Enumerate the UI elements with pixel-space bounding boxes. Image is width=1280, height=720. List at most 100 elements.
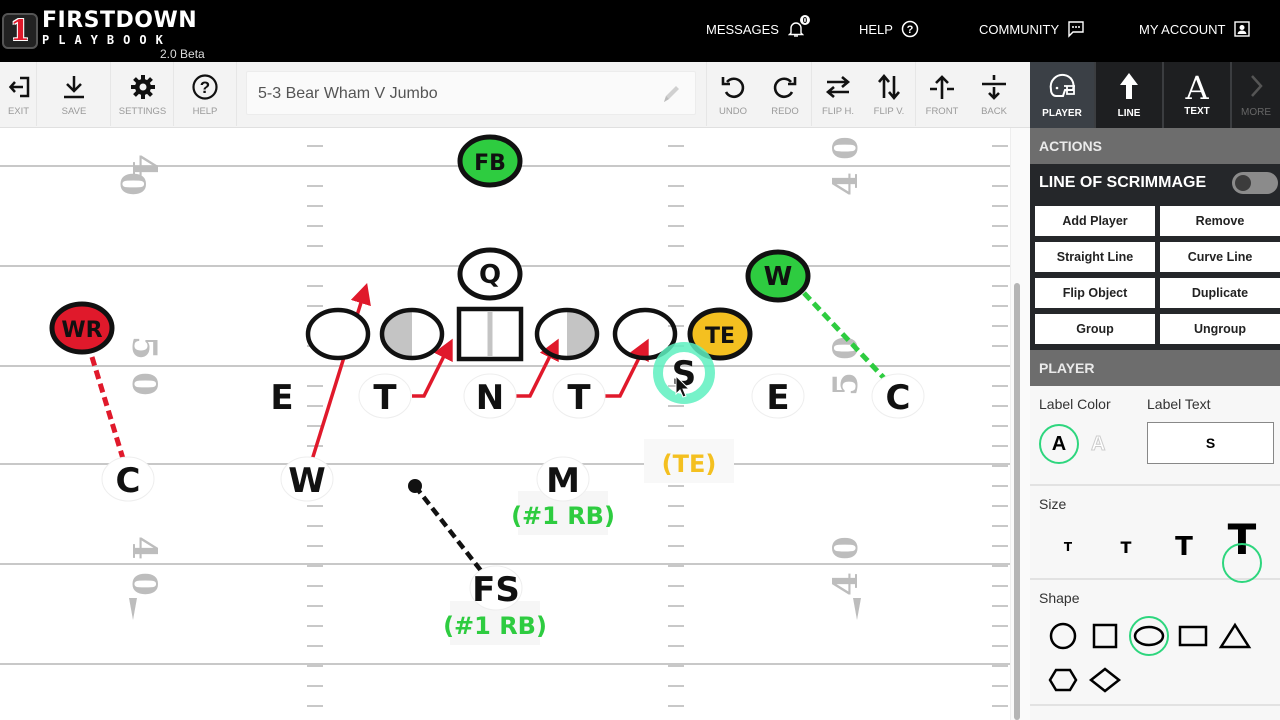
shape-square-option[interactable] bbox=[1087, 618, 1123, 654]
remove-button[interactable]: Remove bbox=[1160, 206, 1280, 236]
pencil-icon[interactable] bbox=[659, 82, 683, 111]
offense-player-fb[interactable]: FB bbox=[457, 134, 523, 188]
scrollbar-thumb[interactable] bbox=[1014, 283, 1020, 720]
redo-button[interactable]: REDO bbox=[759, 62, 811, 126]
fs-route-dashed[interactable] bbox=[413, 484, 484, 574]
offense-player-wr[interactable]: WR bbox=[49, 301, 115, 355]
shape-section: Shape bbox=[1030, 580, 1280, 706]
lineman-shade bbox=[567, 310, 597, 358]
yard-number: 0 bbox=[124, 372, 164, 396]
undo-button[interactable]: UNDO bbox=[707, 62, 759, 126]
save-label: SAVE bbox=[61, 105, 87, 117]
play-canvas[interactable]: 4 0 5 0 4 0 0 4 0 5 0 4 FB Q WR W TE (TE… bbox=[0, 128, 1010, 720]
defense-player-e[interactable]: E bbox=[751, 373, 805, 419]
label-section: Label Color Label Text A A S bbox=[1030, 386, 1280, 486]
bring-front-icon bbox=[928, 72, 956, 102]
shape-title: Shape bbox=[1039, 590, 1080, 606]
play-title-field[interactable]: 5-3 Bear Wham V Jumbo bbox=[246, 71, 696, 115]
shape-ellipse-option[interactable] bbox=[1129, 616, 1169, 656]
send-back-button[interactable]: BACK bbox=[968, 62, 1020, 126]
size-option-large[interactable]: T bbox=[1155, 532, 1213, 562]
offense-player-w[interactable]: W bbox=[745, 249, 811, 303]
annotation-label: (TE) bbox=[662, 450, 717, 478]
defense-player-c[interactable]: C bbox=[871, 373, 925, 419]
messages-count-badge: 0 bbox=[799, 15, 810, 25]
help-button[interactable]: ? HELP bbox=[174, 62, 236, 126]
defense-player-n[interactable]: N bbox=[463, 373, 517, 419]
defense-player-c[interactable]: C bbox=[101, 456, 155, 502]
nav-help[interactable]: HELP ? bbox=[859, 20, 919, 38]
shape-hexagon-option[interactable] bbox=[1045, 662, 1081, 698]
label-text-input[interactable]: S bbox=[1147, 422, 1274, 464]
shape-triangle-option[interactable] bbox=[1217, 618, 1253, 654]
size-option-medium[interactable]: T bbox=[1097, 538, 1155, 557]
ungroup-button[interactable]: Ungroup bbox=[1160, 314, 1280, 344]
line-of-scrimmage-toggle[interactable] bbox=[1232, 172, 1278, 194]
route-endpoint[interactable] bbox=[408, 479, 422, 493]
defense-player-t[interactable]: T bbox=[358, 373, 412, 419]
duplicate-button[interactable]: Duplicate bbox=[1160, 278, 1280, 308]
send-back-icon bbox=[980, 72, 1008, 102]
player-header: PLAYER bbox=[1030, 350, 1280, 386]
tab-more-label: MORE bbox=[1241, 106, 1271, 118]
logo-title: FIRSTDOWN bbox=[42, 8, 198, 33]
shape-rectangle-option[interactable] bbox=[1175, 618, 1211, 654]
annotation-text[interactable]: (TE) bbox=[644, 439, 734, 483]
label-color-light-option[interactable]: A bbox=[1090, 432, 1105, 456]
group-button[interactable]: Group bbox=[1035, 314, 1155, 344]
defense-player-t[interactable]: T bbox=[552, 373, 606, 419]
defense-player-m[interactable]: M bbox=[536, 456, 590, 502]
defense-player-fs[interactable]: FS bbox=[469, 565, 523, 611]
shape-circle-option[interactable] bbox=[1045, 618, 1081, 654]
lineman-player[interactable] bbox=[305, 307, 371, 361]
label-color-dark-option[interactable]: A bbox=[1039, 424, 1079, 464]
play-title-text: 5-3 Bear Wham V Jumbo bbox=[258, 85, 438, 102]
player-label: W bbox=[764, 262, 793, 292]
hash-marks bbox=[307, 145, 1008, 707]
nav-account[interactable]: MY ACCOUNT bbox=[1139, 20, 1251, 38]
size-option-largest[interactable]: T bbox=[1213, 519, 1271, 583]
player-label: E bbox=[270, 378, 293, 418]
settings-button[interactable]: SETTINGS bbox=[111, 62, 174, 126]
add-player-button[interactable]: Add Player bbox=[1035, 206, 1155, 236]
yard-number: 4 bbox=[826, 172, 866, 196]
bring-front-button[interactable]: FRONT bbox=[916, 62, 968, 126]
annotation-label: (#1 RB) bbox=[511, 502, 615, 530]
yard-number: 0 bbox=[124, 572, 164, 596]
straight-line-button[interactable]: Straight Line bbox=[1035, 242, 1155, 272]
curve-line-button[interactable]: Curve Line bbox=[1160, 242, 1280, 272]
undo-icon bbox=[720, 72, 746, 102]
exit-button[interactable]: EXIT bbox=[0, 62, 37, 126]
logo-subtitle: PLAYBOOK bbox=[42, 33, 172, 47]
save-button[interactable]: SAVE bbox=[37, 62, 111, 126]
yard-number: 4 bbox=[124, 536, 164, 560]
nav-community[interactable]: COMMUNITY bbox=[979, 20, 1085, 38]
nav-community-label: COMMUNITY bbox=[979, 21, 1060, 37]
player-label: WR bbox=[61, 318, 102, 343]
player-label: W bbox=[288, 461, 326, 501]
player-label: TE bbox=[705, 324, 735, 349]
tab-player[interactable]: PLAYER bbox=[1030, 62, 1096, 128]
yard-number: 0 bbox=[112, 172, 152, 196]
yard-arrow bbox=[853, 598, 861, 620]
flip-horizontal-button[interactable]: FLIP H. bbox=[812, 62, 864, 126]
nav-messages[interactable]: MESSAGES 0 bbox=[706, 15, 810, 38]
wr-route-dashed[interactable] bbox=[89, 356, 127, 463]
flip-h-label: FLIP H. bbox=[821, 105, 855, 117]
defense-player-e[interactable]: E bbox=[270, 378, 293, 418]
shape-diamond-option[interactable] bbox=[1087, 662, 1123, 698]
offense-player-q[interactable]: Q bbox=[457, 247, 523, 301]
tab-more[interactable]: MORE bbox=[1232, 62, 1280, 128]
gear-icon bbox=[130, 72, 156, 102]
size-option-small[interactable]: T bbox=[1039, 540, 1097, 554]
player-label: T bbox=[567, 378, 591, 418]
player-label: FS bbox=[472, 570, 520, 610]
tab-text[interactable]: A TEXT bbox=[1164, 62, 1232, 128]
flip-object-button[interactable]: Flip Object bbox=[1035, 278, 1155, 308]
defense-player-w[interactable]: W bbox=[280, 456, 334, 502]
tab-line[interactable]: LINE bbox=[1096, 62, 1164, 128]
canvas-scrollbar[interactable] bbox=[1010, 128, 1030, 720]
yard-number: 0 bbox=[826, 136, 866, 160]
flip-vertical-button[interactable]: FLIP V. bbox=[864, 62, 914, 126]
settings-label: SETTINGS bbox=[118, 105, 167, 117]
